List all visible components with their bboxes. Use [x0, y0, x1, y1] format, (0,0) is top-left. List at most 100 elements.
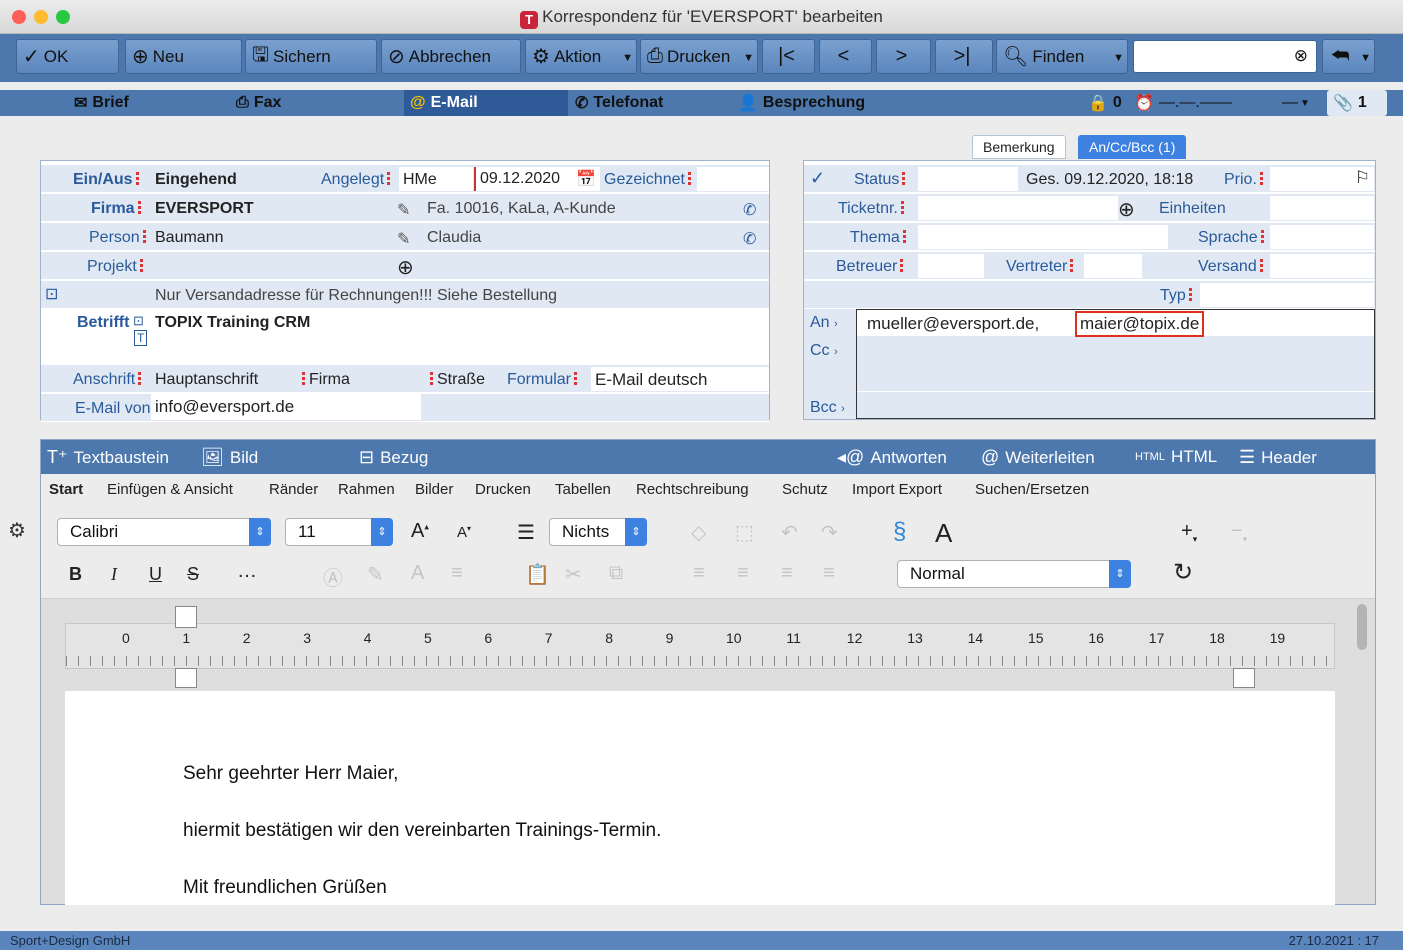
- html-view-button[interactable]: HTML HTML: [1135, 447, 1217, 467]
- print-button[interactable]: ⎙ Drucken ▼: [640, 39, 758, 74]
- tab-an-cc-bcc[interactable]: An/Cc/Bcc (1): [1078, 135, 1187, 159]
- add-row-icon[interactable]: +▾: [1181, 520, 1197, 545]
- font-color-icon[interactable]: A: [411, 562, 424, 585]
- an-field[interactable]: mueller@eversport.de, maier@topix.de: [857, 310, 1374, 337]
- einaus-value[interactable]: Eingehend: [155, 171, 237, 189]
- justify-icon[interactable]: ≡: [823, 562, 835, 585]
- edit-firma-icon[interactable]: ✎: [397, 200, 410, 220]
- date-field[interactable]: 09.12.2020 📅: [474, 167, 600, 191]
- edit-person-icon[interactable]: ✎: [397, 229, 410, 249]
- tab-telefonat[interactable]: ✆ Telefonat: [575, 90, 735, 116]
- ribbon-tab-start[interactable]: Start: [49, 481, 83, 498]
- ticket-field[interactable]: [918, 196, 1118, 220]
- paste-icon[interactable]: 📋: [525, 562, 550, 587]
- last-record-button[interactable]: >|: [935, 39, 993, 74]
- cc-label[interactable]: Cc ›: [810, 342, 838, 360]
- tab-fax[interactable]: ⎙ Fax: [236, 90, 402, 116]
- find-button[interactable]: 🔍︎ Finden ▼: [996, 39, 1128, 74]
- header-view-button[interactable]: ☰ Header: [1239, 447, 1317, 468]
- copy-icon[interactable]: ⧉: [609, 562, 623, 585]
- bcc-field[interactable]: [857, 393, 1374, 418]
- betreuer-field[interactable]: [918, 254, 984, 278]
- remove-row-icon[interactable]: −▾: [1231, 520, 1247, 545]
- text-template-icon[interactable]: T: [134, 330, 148, 346]
- sprache-field[interactable]: [1270, 225, 1374, 249]
- redo-icon[interactable]: ↷: [821, 520, 838, 545]
- new-button[interactable]: ⊕ Neu: [125, 39, 242, 74]
- ok-button[interactable]: ✓ OK: [16, 39, 119, 74]
- tab-brief[interactable]: ✉ Brief: [74, 90, 234, 116]
- left-indent-marker[interactable]: [175, 668, 197, 688]
- add-ticket-icon[interactable]: ⊕: [1118, 197, 1135, 222]
- tab-besprechung[interactable]: 👤 Besprechung: [738, 90, 900, 116]
- list-icon[interactable]: ☰: [517, 520, 535, 545]
- vertreter-field[interactable]: [1084, 254, 1142, 278]
- strikethrough-button[interactable]: S: [187, 564, 199, 585]
- next-record-button[interactable]: >: [876, 39, 931, 74]
- status-field[interactable]: [918, 167, 1018, 191]
- undo-icon[interactable]: ↶: [781, 520, 798, 545]
- angelegt-field[interactable]: HMe: [399, 167, 473, 191]
- bild-button[interactable]: 🖼 Bild: [201, 447, 258, 468]
- align-center-icon[interactable]: ≡: [737, 562, 749, 585]
- font-size-select[interactable]: 11 ⇕: [285, 518, 393, 546]
- font-select[interactable]: Calibri ⇕: [57, 518, 271, 546]
- ribbon-tab-tabellen[interactable]: Tabellen: [555, 481, 611, 498]
- ribbon-tab-rahmen[interactable]: Rahmen: [338, 481, 395, 498]
- gezeichnet-field[interactable]: [697, 167, 769, 191]
- einheiten-field[interactable]: [1270, 196, 1374, 220]
- bold-button[interactable]: B: [69, 564, 82, 585]
- formular-field[interactable]: E-Mail deutsch: [591, 367, 769, 391]
- first-line-indent-marker[interactable]: [175, 606, 197, 628]
- thema-field[interactable]: [918, 225, 1168, 249]
- attachment-counter[interactable]: 📎 1: [1327, 90, 1387, 116]
- italic-button[interactable]: I: [111, 564, 117, 585]
- ribbon-tab-schutz[interactable]: Schutz: [782, 481, 828, 498]
- list-style-select[interactable]: Nichts ⇕: [549, 518, 647, 546]
- ribbon-tab-einfuegen[interactable]: Einfügen & Ansicht: [107, 481, 233, 498]
- action-button[interactable]: ⚙ Aktion ▼: [525, 39, 637, 74]
- phone-icon[interactable]: ✆: [743, 229, 756, 249]
- settings-gear-icon[interactable]: ⚙: [8, 518, 26, 543]
- select-all-icon[interactable]: ⬚: [735, 520, 754, 545]
- cancel-button[interactable]: ⊘ Abbrechen: [381, 39, 521, 74]
- status-check-icon[interactable]: ✓: [810, 168, 825, 189]
- an-label[interactable]: An ›: [810, 314, 838, 332]
- an-recipient-2[interactable]: maier@topix.de: [1075, 311, 1205, 337]
- align-left-icon[interactable]: ≡: [693, 562, 705, 585]
- ribbon-tab-import-export[interactable]: Import Export: [852, 481, 942, 498]
- ribbon-tab-rechtschreibung[interactable]: Rechtschreibung: [636, 481, 749, 498]
- firma-value[interactable]: EVERSPORT: [155, 200, 254, 218]
- firma-checkbox[interactable]: Firma: [299, 371, 350, 389]
- grow-font-icon[interactable]: A▴: [411, 520, 429, 543]
- tab-bemerkung[interactable]: Bemerkung: [972, 135, 1066, 159]
- note-icon[interactable]: ⊡: [133, 313, 144, 329]
- first-record-button[interactable]: |<: [762, 39, 815, 74]
- an-recipient-1[interactable]: mueller@eversport.de,: [867, 314, 1039, 334]
- strasse-checkbox[interactable]: Straße: [427, 371, 485, 389]
- find-input[interactable]: ⊗: [1133, 40, 1317, 73]
- text-style-icon[interactable]: A: [935, 518, 952, 549]
- emailvon-field[interactable]: info@eversport.de: [151, 394, 421, 420]
- cc-field[interactable]: [857, 337, 1374, 392]
- previous-record-button[interactable]: <: [819, 39, 872, 74]
- save-button[interactable]: 🖫 Sichern: [245, 39, 377, 74]
- ribbon-tab-bilder[interactable]: Bilder: [415, 481, 453, 498]
- versand-field[interactable]: [1270, 254, 1374, 278]
- reply-menu-button[interactable]: ⮪ ▼: [1322, 39, 1375, 74]
- phone-icon[interactable]: ✆: [743, 200, 756, 220]
- more-format-icon[interactable]: …: [237, 560, 257, 583]
- cut-icon[interactable]: ✂: [565, 562, 582, 587]
- reminder-time[interactable]: ⏰ —.—.——: [1134, 90, 1232, 116]
- add-project-icon[interactable]: ⊕: [397, 255, 414, 280]
- ribbon-tab-drucken[interactable]: Drucken: [475, 481, 531, 498]
- textbaustein-button[interactable]: T⁺ Textbaustein: [47, 447, 169, 468]
- reply-button[interactable]: ◂@ Antworten: [837, 447, 947, 468]
- bcc-label[interactable]: Bcc ›: [810, 399, 845, 417]
- typ-field[interactable]: [1200, 283, 1374, 307]
- ribbon-tab-suchen[interactable]: Suchen/Ersetzen: [975, 481, 1089, 498]
- highlight-icon[interactable]: ✎: [367, 562, 384, 587]
- vertical-scrollbar[interactable]: [1357, 604, 1367, 650]
- align-icon[interactable]: ≡: [451, 562, 463, 585]
- lock-counter[interactable]: 🔒 0: [1088, 90, 1122, 116]
